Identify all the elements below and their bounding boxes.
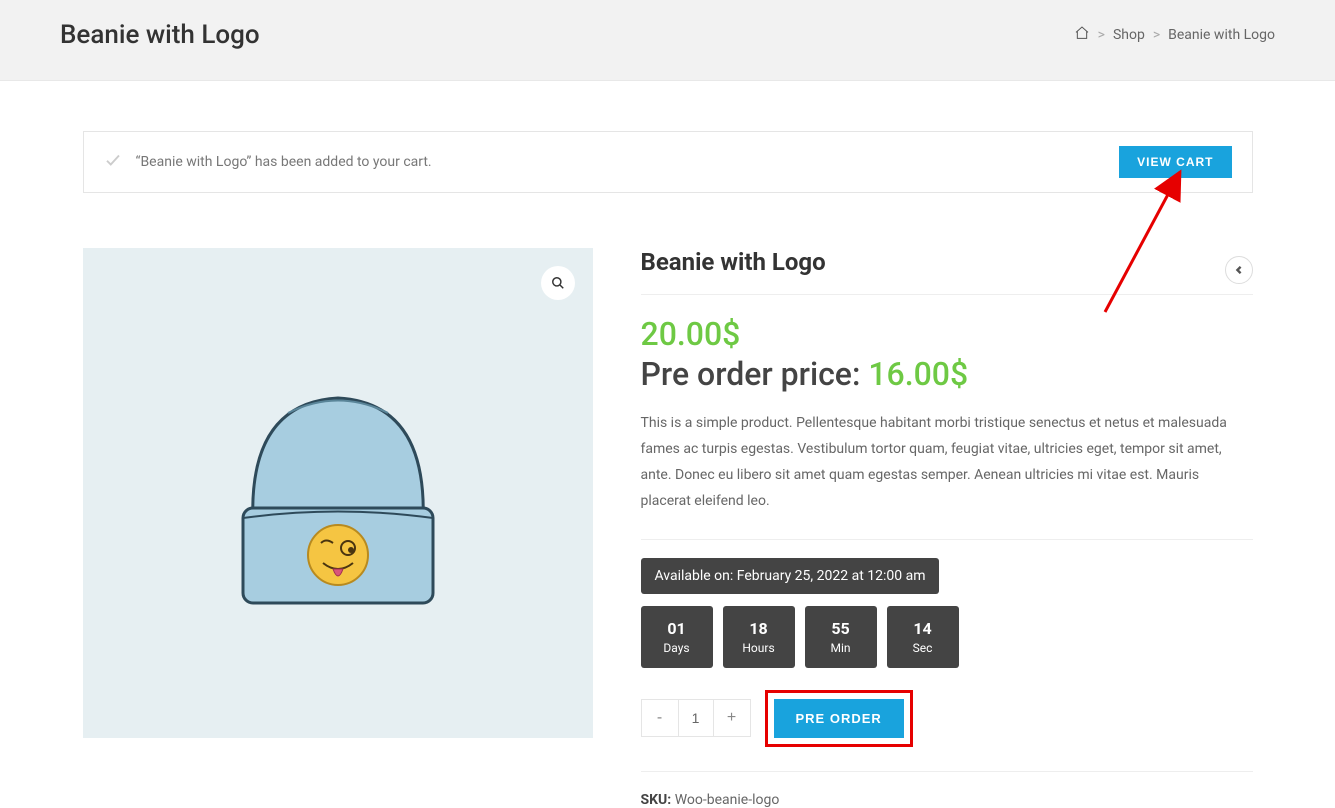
regular-price: 20.00$ <box>641 315 1253 353</box>
view-cart-button[interactable]: VIEW CART <box>1119 146 1231 178</box>
product-image-column <box>83 248 593 808</box>
countdown-timer: 01 Days 18 Hours 55 Min 14 Sec <box>641 606 1253 668</box>
breadcrumb: > Shop > Beanie with Logo <box>1074 25 1275 45</box>
product-description: This is a simple product. Pellentesque h… <box>641 411 1253 540</box>
countdown-min: 55 Min <box>805 606 877 668</box>
preorder-price-row: Pre order price: 16.00$ <box>641 355 1253 393</box>
qty-decrease-button[interactable]: - <box>642 700 678 736</box>
preorder-highlight: PRE ORDER <box>765 690 913 747</box>
beanie-illustration <box>208 343 468 643</box>
qty-increase-button[interactable]: + <box>714 700 750 736</box>
page-title: Beanie with Logo <box>60 20 260 50</box>
page-header: Beanie with Logo > Shop > Beanie with Lo… <box>0 0 1335 81</box>
breadcrumb-home[interactable] <box>1074 25 1090 45</box>
breadcrumb-current: Beanie with Logo <box>1168 27 1275 43</box>
qty-input[interactable] <box>678 700 714 736</box>
add-to-cart-row: - + PRE ORDER <box>641 690 1253 772</box>
cart-notice: “Beanie with Logo” has been added to you… <box>83 131 1253 193</box>
preorder-price-label: Pre order price: <box>641 355 869 393</box>
breadcrumb-separator: > <box>1098 27 1105 43</box>
quantity-stepper: - + <box>641 699 751 737</box>
breadcrumb-shop[interactable]: Shop <box>1113 27 1145 43</box>
preorder-button[interactable]: PRE ORDER <box>774 699 904 738</box>
sku-row: SKU: Woo-beanie-logo <box>641 792 1253 808</box>
notice-message: “Beanie with Logo” has been added to you… <box>136 154 432 170</box>
zoom-button[interactable] <box>541 266 575 300</box>
check-icon <box>104 151 122 173</box>
product-name: Beanie with Logo <box>641 248 1253 295</box>
preorder-price: 16.00$ <box>868 355 968 393</box>
prev-product-button[interactable] <box>1225 256 1253 284</box>
countdown-hours: 18 Hours <box>723 606 795 668</box>
sku-label: SKU: <box>641 792 675 808</box>
product-details: Beanie with Logo 20.00$ Pre order price:… <box>641 248 1253 808</box>
sku-value: Woo-beanie-logo <box>675 792 780 808</box>
countdown-days: 01 Days <box>641 606 713 668</box>
availability-badge: Available on: February 25, 2022 at 12:00… <box>641 558 940 594</box>
product-image[interactable] <box>83 248 593 738</box>
breadcrumb-separator: > <box>1153 27 1160 43</box>
countdown-sec: 14 Sec <box>887 606 959 668</box>
